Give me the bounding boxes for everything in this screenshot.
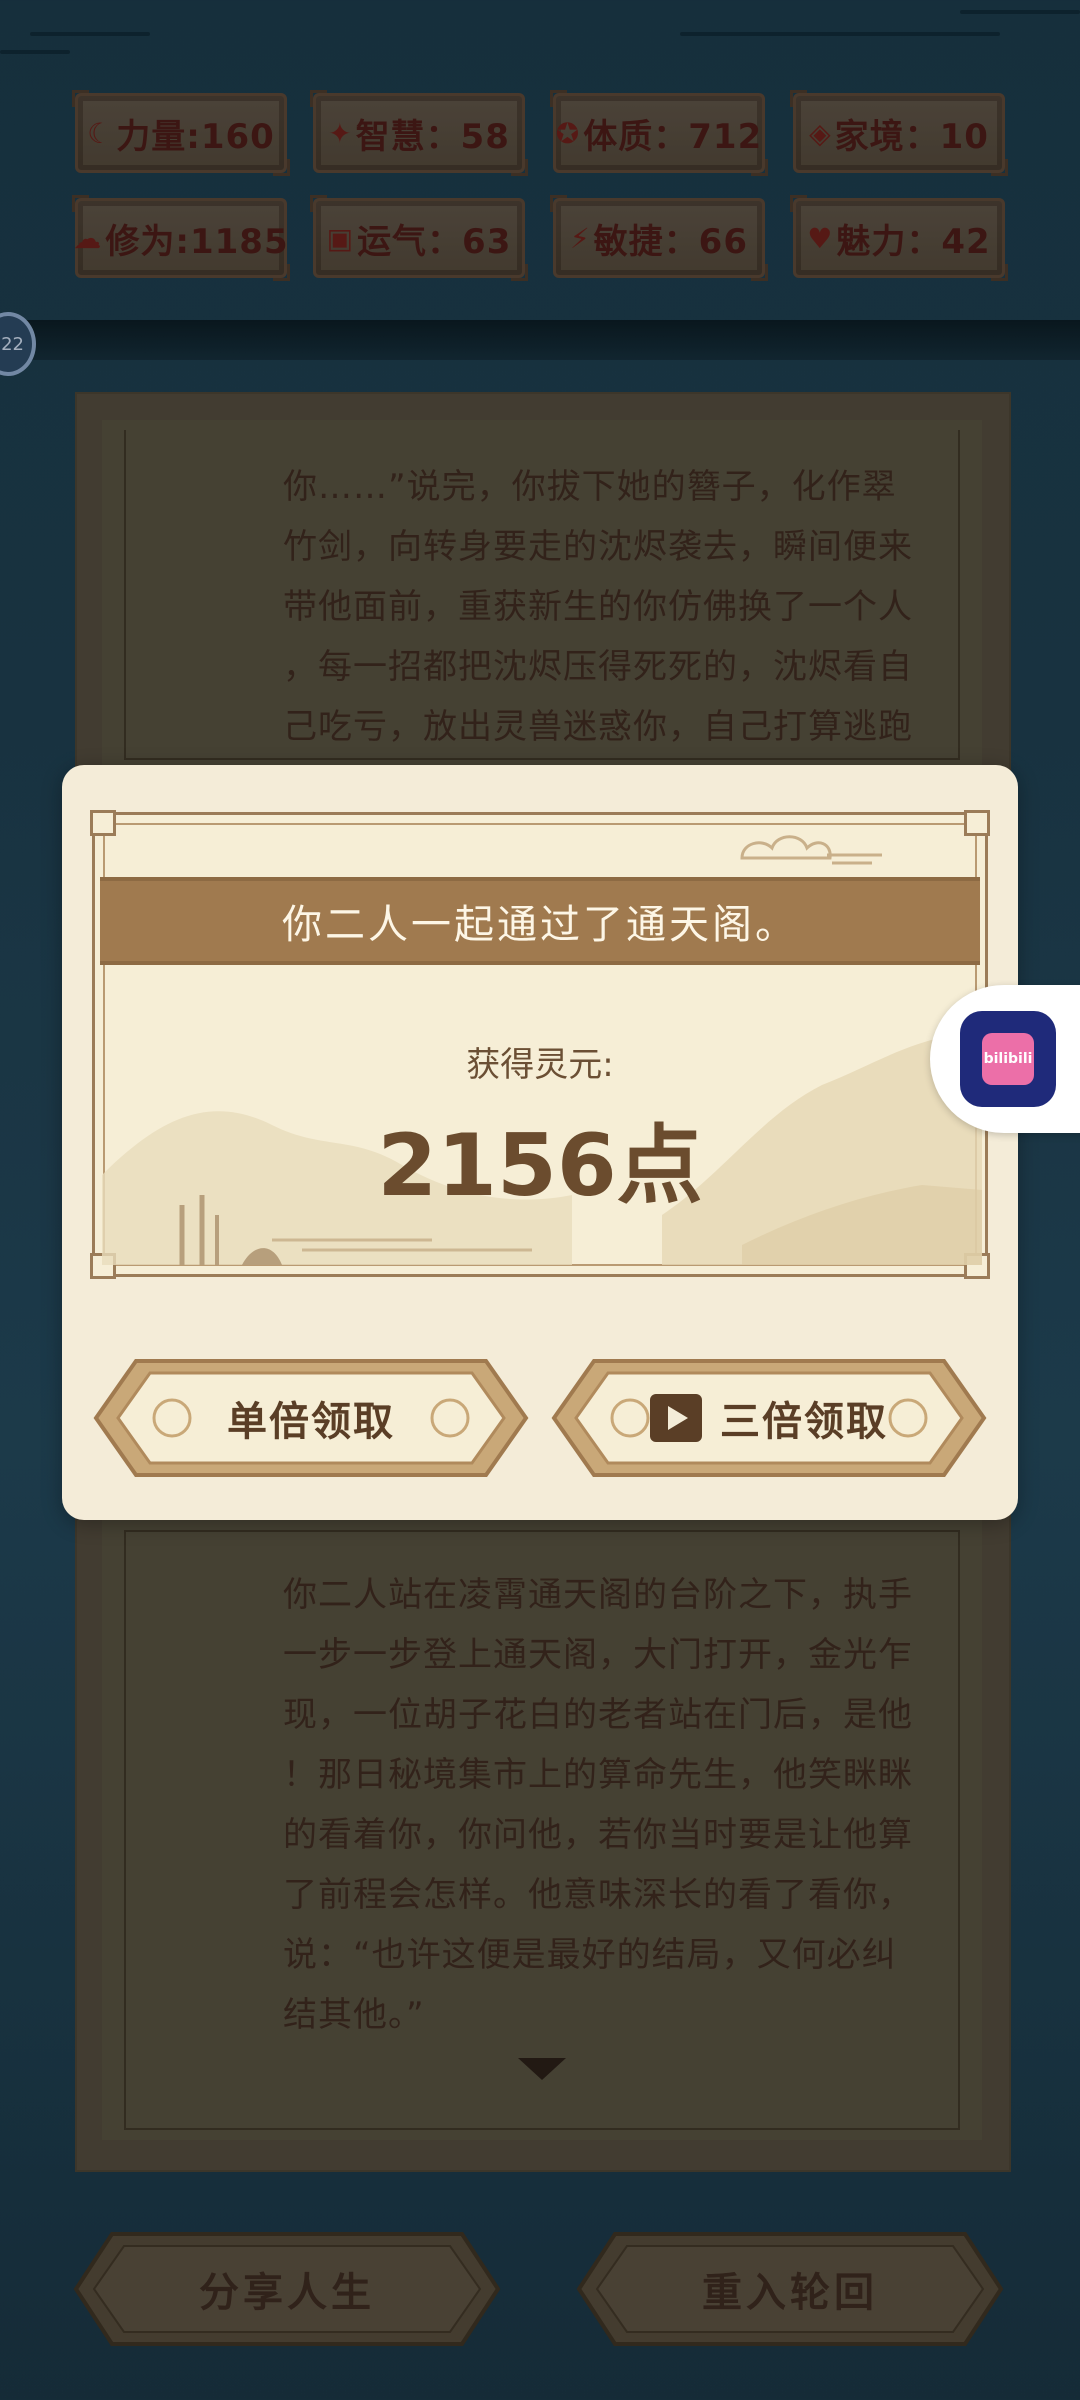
header-divider xyxy=(0,320,1080,360)
stat-value: 体质：712 xyxy=(583,116,763,157)
cloud-wisp xyxy=(0,50,70,54)
floating-app-shortcut[interactable]: bilibili xyxy=(930,985,1080,1133)
reward-value: 2156点 xyxy=(377,1116,703,1216)
cultivation-icon: ☁ xyxy=(73,221,102,255)
single-claim-button[interactable]: 单倍领取 xyxy=(92,1357,530,1479)
charm-icon: ♥ xyxy=(807,221,833,255)
share-life-label: 分享人生 xyxy=(199,2270,375,2316)
story-line: 说：“也许这便是最好的结局，又何必纠 xyxy=(283,1935,897,1975)
story-line: 你……”说完，你拔下她的簪子，化作翠 xyxy=(283,467,897,507)
triple-claim-button[interactable]: 三倍领取 xyxy=(550,1357,988,1479)
stat-luck: ▣ 运气：63 xyxy=(310,195,528,281)
stat-agility: ⚡ 敏捷：66 xyxy=(550,195,768,281)
scroll-down-icon[interactable] xyxy=(518,2058,566,2080)
family-icon: ◈ xyxy=(809,116,831,150)
modal-title-band: 你二人一起通过了通天阁。 xyxy=(100,877,980,965)
story-line: 己吃亏，放出灵兽迷惑你，自己打算逃跑 xyxy=(283,707,913,747)
strength-icon: ☾ xyxy=(87,116,113,150)
stat-value: 运气：63 xyxy=(357,221,512,262)
stat-constitution: ✪ 体质：712 xyxy=(550,90,768,176)
stat-wisdom: ✦ 智慧：58 xyxy=(310,90,528,176)
stat-value: 家境：10 xyxy=(834,116,989,157)
cloud-wisp xyxy=(30,32,150,36)
luck-icon: ▣ xyxy=(326,221,354,255)
corner-ornament xyxy=(90,810,116,836)
story-line: ，每一招都把沈烬压得死死的，沈烬看自 xyxy=(283,647,913,687)
video-play-icon xyxy=(650,1394,702,1442)
stat-value: 修为:1185 xyxy=(105,221,289,262)
story-line: 一步一步登上通天阁，大门打开，金光乍 xyxy=(283,1635,913,1675)
rebirth-label: 重入轮回 xyxy=(702,2270,878,2316)
cloud-ornament xyxy=(740,835,882,865)
stat-cultivation: ☁ 修为:1185 xyxy=(72,195,290,281)
stat-value: 魅力：42 xyxy=(836,221,991,262)
stat-charm: ♥ 魅力：42 xyxy=(790,195,1008,281)
story-line: 结其他。” xyxy=(283,1995,425,2035)
triple-claim-label: 三倍领取 xyxy=(650,1389,888,1447)
cloud-wisp xyxy=(960,10,1080,14)
story-line: 你二人站在凌霄通天阁的台阶之下，执手 xyxy=(283,1575,913,1615)
stat-strength: ☾ 力量:160 xyxy=(72,90,290,176)
stat-value: 智慧：58 xyxy=(355,116,510,157)
story-line: 了前程会怎样。他意味深长的看了看你， xyxy=(283,1875,913,1915)
single-claim-label: 单倍领取 xyxy=(227,1399,395,1445)
agility-icon: ⚡ xyxy=(570,221,590,255)
bilibili-logo: bilibili xyxy=(982,1033,1034,1085)
story-line: 的看着你，你问他，若你当时要是让他算 xyxy=(283,1815,913,1855)
stat-family: ◈ 家境：10 xyxy=(790,90,1008,176)
reward-modal: 你二人一起通过了通天阁。 获得灵元: 2156点 单倍领取 三倍领取 xyxy=(62,765,1018,1520)
story-line: 现，一位胡子花白的老者站在门后，是他 xyxy=(283,1695,913,1735)
reward-label: 获得灵元: xyxy=(466,1045,614,1085)
constitution-icon: ✪ xyxy=(555,116,580,150)
story-upper-text: 你……”说完，你拔下她的簪子，化作翠 竹剑，向转身要走的沈烬袭去，瞬间便来 带他… xyxy=(283,457,943,757)
stat-value: 敏捷：66 xyxy=(593,221,748,262)
modal-title: 你二人一起通过了通天阁。 xyxy=(282,902,798,948)
corner-ornament xyxy=(964,810,990,836)
stat-value: 力量:160 xyxy=(116,116,275,157)
story-lower-text: 你二人站在凌霄通天阁的台阶之下，执手 一步一步登上通天阁，大门打开，金光乍 现，… xyxy=(283,1565,943,2045)
triple-claim-text: 三倍领取 xyxy=(720,1399,888,1445)
wisdom-icon: ✦ xyxy=(328,116,352,150)
cloud-wisp xyxy=(680,32,1000,36)
story-line: ！那日秘境集市上的算命先生，他笑眯眯 xyxy=(283,1755,913,1795)
rebirth-button[interactable]: 重入轮回 xyxy=(575,2230,1005,2348)
bilibili-app-icon[interactable]: bilibili xyxy=(960,1011,1056,1107)
story-line: 竹剑，向转身要走的沈烬袭去，瞬间便来 xyxy=(283,527,913,567)
share-life-button[interactable]: 分享人生 xyxy=(72,2230,502,2348)
story-line: 带他面前，重获新生的你仿佛换了一个人 xyxy=(283,587,913,627)
